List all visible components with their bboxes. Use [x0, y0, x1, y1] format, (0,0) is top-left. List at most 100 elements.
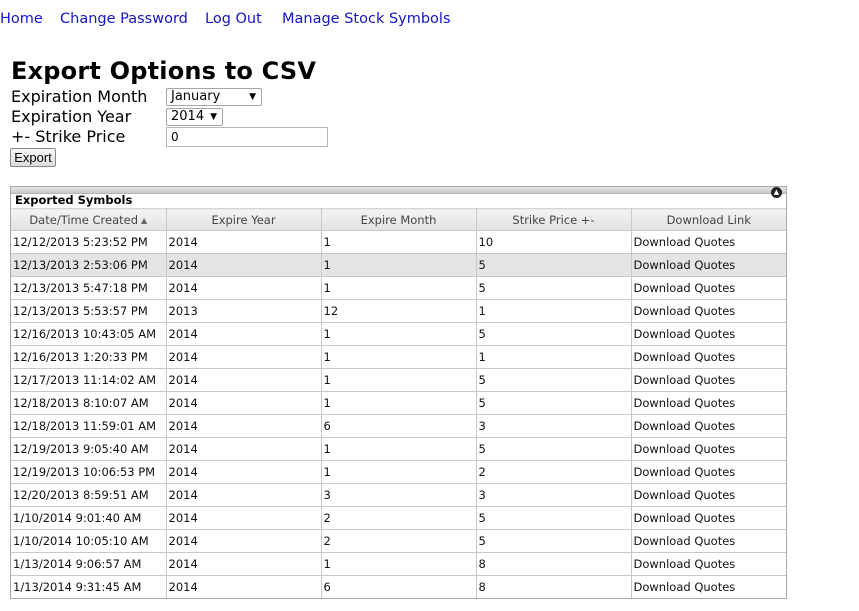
nav-link-manage-stock-symbols[interactable]: Manage Stock Symbols	[282, 11, 451, 27]
cell-expire-month: 6	[321, 414, 477, 438]
download-quotes-link[interactable]: Download Quotes	[634, 373, 736, 387]
download-quotes-link[interactable]: Download Quotes	[634, 258, 736, 272]
column-header-strike-price[interactable]: Strike Price +-	[476, 208, 632, 231]
cell-date-time-created: 12/16/2013 10:43:05 AM	[11, 322, 167, 346]
download-quotes-link[interactable]: Download Quotes	[634, 511, 736, 525]
chevron-down-icon: ▼	[249, 92, 256, 102]
cell-strike-price: 3	[476, 483, 632, 507]
download-quotes-link[interactable]: Download Quotes	[634, 488, 736, 502]
download-quotes-link[interactable]: Download Quotes	[634, 580, 736, 594]
strike-price-input[interactable]	[166, 127, 328, 147]
column-header-expire-year[interactable]: Expire Year	[166, 208, 322, 231]
download-quotes-link[interactable]: Download Quotes	[634, 557, 736, 571]
strike-price-label: +- Strike Price	[11, 127, 126, 146]
column-header-download-link[interactable]: Download Link	[631, 208, 786, 231]
table-row[interactable]: 1/10/2014 10:05:10 AM 2014 2 5 Download Quot…	[11, 529, 786, 553]
cell-expire-month: 1	[321, 437, 477, 461]
cell-expire-month: 1	[321, 368, 477, 392]
table-row[interactable]: 12/13/2013 2:53:06 PM 2014 1 5 Download Quot…	[11, 253, 786, 277]
nav-link-change-password[interactable]: Change Password	[60, 11, 188, 27]
table-row[interactable]: 12/13/2013 5:47:18 PM 2014 1 5 Download Quot…	[11, 276, 786, 300]
cell-expire-year: 2014	[166, 506, 322, 530]
cell-expire-year: 2014	[166, 529, 322, 553]
table-body: 12/12/2013 5:23:52 PM 2014 1 10 Download Quo…	[11, 230, 786, 598]
table-row[interactable]: 1/10/2014 9:01:40 AM 2014 2 5 Download Quote…	[11, 506, 786, 530]
exported-symbols-table: Date/Time Created ▲ Expire Year Expire Mo…	[11, 208, 786, 598]
download-quotes-link[interactable]: Download Quotes	[634, 442, 736, 456]
expiration-month-value: January	[171, 89, 221, 104]
table-row[interactable]: 12/13/2013 5:53:57 PM 2013 12 1 Download Quo…	[11, 299, 786, 323]
table-row[interactable]: 1/13/2014 9:31:45 AM 2014 6 8 Download Quote…	[11, 575, 786, 598]
table-row[interactable]: 1/13/2014 9:06:57 AM 2014 1 8 Download Quote…	[11, 552, 786, 576]
cell-download-link: Download Quotes	[631, 529, 786, 553]
cell-expire-year: 2014	[166, 414, 322, 438]
cell-download-link: Download Quotes	[631, 276, 786, 300]
cell-expire-year: 2014	[166, 276, 322, 300]
download-quotes-link[interactable]: Download Quotes	[634, 327, 736, 341]
expiration-year-select[interactable]: 2014 ▼	[166, 108, 223, 126]
table-row[interactable]: 12/16/2013 1:20:33 PM 2014 1 1 Download Quot…	[11, 345, 786, 369]
download-quotes-link[interactable]: Download Quotes	[634, 281, 736, 295]
cell-strike-price: 5	[476, 437, 632, 461]
column-header-expire-month[interactable]: Expire Month	[321, 208, 477, 231]
cell-expire-month: 1	[321, 230, 477, 254]
download-quotes-link[interactable]: Download Quotes	[634, 396, 736, 410]
cell-date-time-created: 1/10/2014 10:05:10 AM	[11, 529, 167, 553]
cell-expire-year: 2014	[166, 552, 322, 576]
cell-download-link: Download Quotes	[631, 552, 786, 576]
cell-download-link: Download Quotes	[631, 506, 786, 530]
cell-download-link: Download Quotes	[631, 460, 786, 484]
cell-strike-price: 5	[476, 322, 632, 346]
exported-symbols-grid: Exported Symbols ▲ Date/Time Created ▲ Ex…	[10, 186, 787, 599]
table-row[interactable]: 12/12/2013 5:23:52 PM 2014 1 10 Download Quo…	[11, 230, 786, 254]
grid-caption: Exported Symbols	[15, 193, 133, 207]
cell-download-link: Download Quotes	[631, 414, 786, 438]
table-row[interactable]: 12/19/2013 9:05:40 AM 2014 1 5 Download Quot…	[11, 437, 786, 461]
cell-expire-year: 2014	[166, 253, 322, 277]
cell-expire-year: 2013	[166, 299, 322, 323]
download-quotes-link[interactable]: Download Quotes	[634, 465, 736, 479]
cell-download-link: Download Quotes	[631, 391, 786, 415]
cell-download-link: Download Quotes	[631, 575, 786, 598]
cell-download-link: Download Quotes	[631, 322, 786, 346]
cell-download-link: Download Quotes	[631, 253, 786, 277]
cell-download-link: Download Quotes	[631, 299, 786, 323]
cell-date-time-created: 1/10/2014 9:01:40 AM	[11, 506, 167, 530]
download-quotes-link[interactable]: Download Quotes	[634, 534, 736, 548]
cell-expire-month: 1	[321, 322, 477, 346]
table-row[interactable]: 12/18/2013 11:59:01 AM 2014 6 3 Download Quo…	[11, 414, 786, 438]
table-row[interactable]: 12/19/2013 10:06:53 PM 2014 1 2 Download Quo…	[11, 460, 786, 484]
cell-strike-price: 5	[476, 253, 632, 277]
cell-expire-year: 2014	[166, 391, 322, 415]
table-row[interactable]: 12/16/2013 10:43:05 AM 2014 1 5 Download Quo…	[11, 322, 786, 346]
table-row[interactable]: 12/17/2013 11:14:02 AM 2014 1 5 Download Quo…	[11, 368, 786, 392]
cell-download-link: Download Quotes	[631, 345, 786, 369]
cell-date-time-created: 12/18/2013 8:10:07 AM	[11, 391, 167, 415]
nav-link-home[interactable]: Home	[0, 11, 43, 27]
cell-date-time-created: 12/18/2013 11:59:01 AM	[11, 414, 167, 438]
cell-expire-year: 2014	[166, 230, 322, 254]
nav-link-log-out[interactable]: Log Out	[205, 11, 262, 27]
collapse-icon[interactable]: ▲	[771, 187, 782, 198]
cell-date-time-created: 12/19/2013 10:06:53 PM	[11, 460, 167, 484]
table-row[interactable]: 12/20/2013 8:59:51 AM 2014 3 3 Download Quot…	[11, 483, 786, 507]
cell-download-link: Download Quotes	[631, 230, 786, 254]
cell-expire-year: 2014	[166, 368, 322, 392]
table-row[interactable]: 12/18/2013 8:10:07 AM 2014 1 5 Download Quot…	[11, 391, 786, 415]
cell-expire-month: 1	[321, 345, 477, 369]
cell-strike-price: 1	[476, 345, 632, 369]
cell-strike-price: 3	[476, 414, 632, 438]
export-button[interactable]: Export	[10, 148, 56, 167]
column-header-date-time-created[interactable]: Date/Time Created ▲	[11, 208, 167, 231]
cell-date-time-created: 12/13/2013 2:53:06 PM	[11, 253, 167, 277]
cell-strike-price: 1	[476, 299, 632, 323]
download-quotes-link[interactable]: Download Quotes	[634, 235, 736, 249]
download-quotes-link[interactable]: Download Quotes	[634, 419, 736, 433]
chevron-down-icon: ▼	[210, 112, 217, 122]
download-quotes-link[interactable]: Download Quotes	[634, 350, 736, 364]
cell-expire-month: 1	[321, 276, 477, 300]
download-quotes-link[interactable]: Download Quotes	[634, 304, 736, 318]
expiration-month-select[interactable]: January ▼	[166, 88, 262, 106]
cell-download-link: Download Quotes	[631, 483, 786, 507]
cell-expire-year: 2014	[166, 483, 322, 507]
